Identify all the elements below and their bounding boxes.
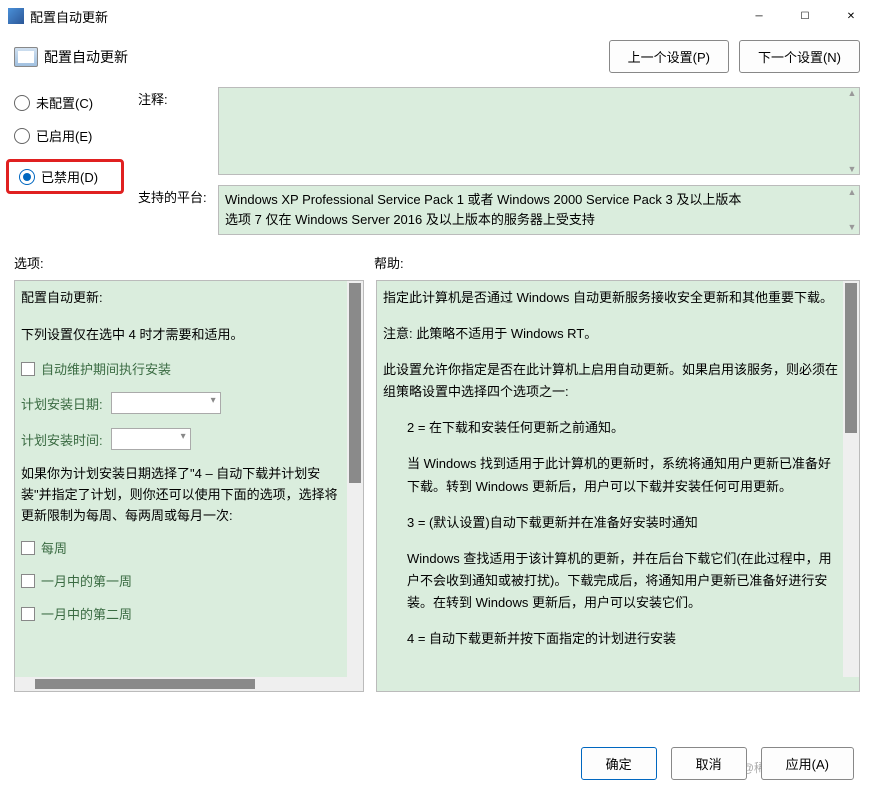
window-title: 配置自动更新 bbox=[30, 7, 736, 26]
checkbox-second-week[interactable]: 一月中的第二周 bbox=[21, 604, 345, 623]
checkbox-first-week[interactable]: 一月中的第一周 bbox=[21, 571, 345, 590]
next-setting-button[interactable]: 下一个设置(N) bbox=[739, 40, 860, 73]
radio-label: 未配置(C) bbox=[36, 93, 93, 112]
help-text: 4 = 自动下载更新并按下面指定的计划进行安装 bbox=[383, 628, 841, 650]
radio-label: 已禁用(D) bbox=[41, 167, 98, 186]
sched-time-select[interactable] bbox=[111, 428, 191, 450]
help-text: 注意: 此策略不适用于 Windows RT。 bbox=[383, 323, 841, 345]
help-text: Windows 查找适用于该计算机的更新，并在后台下载它们(在此过程中，用户不会… bbox=[383, 548, 841, 614]
options-note: 下列设置仅在选中 4 时才需要和适用。 bbox=[21, 324, 345, 343]
checkbox-icon bbox=[21, 362, 35, 376]
options-title: 配置自动更新: bbox=[21, 287, 345, 306]
platform-text: Windows XP Professional Service Pack 1 或… bbox=[225, 192, 741, 227]
comment-textarea[interactable]: ▲▼ bbox=[218, 87, 860, 175]
apply-button[interactable]: 应用(A) bbox=[761, 747, 854, 780]
radio-not-configured[interactable]: 未配置(C) bbox=[14, 93, 124, 112]
options-label: 选项: bbox=[14, 253, 374, 272]
policy-icon bbox=[14, 47, 38, 67]
checkbox-weekly[interactable]: 每周 bbox=[21, 538, 345, 557]
scrollbar[interactable]: ▲▼ bbox=[845, 186, 859, 234]
checkbox-label: 一月中的第二周 bbox=[41, 604, 132, 623]
radio-icon bbox=[14, 128, 30, 144]
prev-setting-button[interactable]: 上一个设置(P) bbox=[609, 40, 729, 73]
radio-icon bbox=[14, 95, 30, 111]
checkbox-maintenance[interactable]: 自动维护期间执行安装 bbox=[21, 359, 345, 378]
scrollbar-vertical[interactable] bbox=[843, 281, 859, 677]
minimize-button[interactable]: ─ bbox=[736, 0, 782, 32]
page-title: 配置自动更新 bbox=[44, 47, 609, 67]
checkbox-label: 一月中的第一周 bbox=[41, 571, 132, 590]
radio-disabled[interactable]: 已禁用(D) bbox=[19, 167, 111, 186]
options-panel: 配置自动更新: 下列设置仅在选中 4 时才需要和适用。 自动维护期间执行安装 计… bbox=[14, 280, 364, 692]
checkbox-icon bbox=[21, 574, 35, 588]
platform-box: Windows XP Professional Service Pack 1 或… bbox=[218, 185, 860, 235]
platform-label: 支持的平台: bbox=[138, 185, 210, 235]
help-text: 2 = 在下载和安装任何更新之前通知。 bbox=[383, 417, 841, 439]
sched-time-label: 计划安装时间: bbox=[21, 430, 103, 449]
highlight-annotation: 已禁用(D) bbox=[6, 159, 124, 194]
app-icon bbox=[8, 8, 24, 24]
radio-icon bbox=[19, 169, 35, 185]
sched-date-label: 计划安装日期: bbox=[21, 394, 103, 413]
checkbox-label: 自动维护期间执行安装 bbox=[41, 359, 171, 378]
close-button[interactable]: ✕ bbox=[828, 0, 874, 32]
help-text: 指定此计算机是否通过 Windows 自动更新服务接收安全更新和其他重要下载。 bbox=[383, 287, 841, 309]
help-text: 3 = (默认设置)自动下载更新并在准备好安装时通知 bbox=[383, 512, 841, 534]
sched-date-select[interactable] bbox=[111, 392, 221, 414]
checkbox-icon bbox=[21, 607, 35, 621]
checkbox-icon bbox=[21, 541, 35, 555]
options-paragraph: 如果你为计划安装日期选择了"4 – 自动下载并计划安装"并指定了计划，则你还可以… bbox=[21, 464, 345, 526]
radio-label: 已启用(E) bbox=[36, 126, 92, 145]
help-label: 帮助: bbox=[374, 253, 404, 272]
scrollbar-vertical[interactable] bbox=[347, 281, 363, 677]
cancel-button[interactable]: 取消 bbox=[671, 747, 747, 780]
help-panel: 指定此计算机是否通过 Windows 自动更新服务接收安全更新和其他重要下载。 … bbox=[376, 280, 860, 692]
comment-label: 注释: bbox=[138, 87, 210, 175]
ok-button[interactable]: 确定 bbox=[581, 747, 657, 780]
checkbox-label: 每周 bbox=[41, 538, 67, 557]
help-text: 此设置允许你指定是否在此计算机上启用自动更新。如果启用该服务，则必须在组策略设置… bbox=[383, 359, 841, 403]
scrollbar[interactable]: ▲▼ bbox=[845, 88, 859, 174]
radio-enabled[interactable]: 已启用(E) bbox=[14, 126, 124, 145]
help-text: 当 Windows 找到适用于此计算机的更新时，系统将通知用户更新已准备好下载。… bbox=[383, 453, 841, 497]
maximize-button[interactable]: ☐ bbox=[782, 0, 828, 32]
scrollbar-horizontal[interactable] bbox=[15, 677, 363, 691]
